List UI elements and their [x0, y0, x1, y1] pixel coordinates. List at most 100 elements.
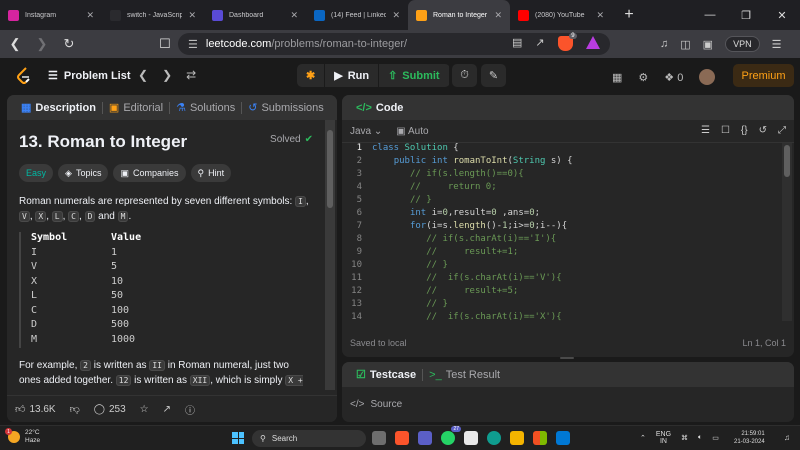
source-row[interactable]: </> Source — [342, 387, 794, 422]
close-tab-icon[interactable]: ✕ — [290, 10, 298, 21]
problem-list-button[interactable]: ☰ Problem List — [48, 69, 131, 83]
whatsapp-app-icon[interactable]: 27 — [441, 426, 461, 445]
difficulty-badge[interactable]: Easy — [19, 164, 54, 182]
comments-button[interactable]: ◯ 253 — [94, 404, 126, 415]
browser-tab[interactable]: Roman to Integer ✕ — [408, 0, 510, 30]
language-select[interactable]: Java ⌄ — [350, 126, 382, 137]
taskbar-search[interactable]: ⚲ Search — [252, 430, 366, 447]
debug-button[interactable]: ✱ — [297, 64, 326, 87]
help-icon[interactable]: ⓘ — [185, 402, 195, 417]
scroll-thumb[interactable] — [784, 145, 790, 177]
format-icon[interactable]: ☰ — [701, 125, 710, 136]
like-button[interactable]: 👍︎ 13.6K — [15, 403, 56, 416]
reload-button[interactable]: ↻ — [57, 32, 81, 56]
notes-icon[interactable]: ✎ — [481, 64, 506, 87]
autocomplete-toggle[interactable]: ▣ Auto — [396, 126, 428, 137]
submit-button[interactable]: ⇧ Submit — [379, 64, 450, 87]
share-icon[interactable]: ↗ — [535, 36, 544, 51]
weather-widget[interactable]: 1 22°C Haze — [5, 428, 40, 445]
browser-tab[interactable]: switch - JavaScript | MD ✕ — [102, 0, 204, 30]
close-tab-icon[interactable]: ✕ — [86, 10, 94, 21]
start-button[interactable] — [232, 432, 244, 444]
tab-editorial[interactable]: ▣ Editorial — [103, 101, 169, 115]
tab-submissions[interactable]: ↺ Submissions — [242, 101, 330, 115]
tab-test-result[interactable]: >_ Test Result — [423, 369, 506, 381]
browser-tab[interactable]: Dashboard ✕ — [204, 0, 306, 30]
premium-button[interactable]: Premium — [733, 64, 794, 87]
editor-scrollbar[interactable] — [782, 143, 792, 321]
timer-icon[interactable]: ⏱ — [452, 64, 477, 87]
tab-solutions[interactable]: ⚗ Solutions — [170, 101, 241, 115]
wifi-icon[interactable]: ⌘ — [681, 434, 688, 442]
brave-rewards-icon[interactable] — [585, 36, 600, 49]
wallet-icon[interactable]: ▣ — [703, 38, 713, 51]
value-cell: 1000 — [111, 333, 136, 345]
file-explorer-icon[interactable] — [510, 431, 524, 445]
back-button[interactable]: ❮ — [3, 32, 27, 56]
browser-tab[interactable]: (2080) YouTube ✕ — [510, 0, 612, 30]
task-view-icon[interactable] — [372, 431, 386, 445]
notification-bell-icon[interactable]: ♫ — [784, 433, 790, 442]
new-tab-button[interactable]: + — [618, 4, 640, 26]
teams-app-icon[interactable] — [418, 431, 432, 445]
instagram-icon — [8, 9, 19, 21]
prev-problem-icon[interactable]: ❮ — [138, 68, 148, 82]
reset-icon[interactable]: ↺ — [759, 125, 767, 136]
value-cell: 50 — [111, 290, 124, 301]
avatar[interactable] — [699, 69, 716, 85]
topics-tag[interactable]: ◈ Topics — [58, 164, 109, 182]
store-app-icon[interactable] — [533, 431, 547, 445]
close-tab-icon[interactable]: ✕ — [188, 10, 196, 21]
companies-tag[interactable]: ▣ Companies — [113, 164, 186, 182]
streak-counter[interactable]: ❖ 0 — [664, 71, 683, 84]
brave-badge: 9 — [569, 33, 577, 39]
shuffle-icon[interactable]: ⇄ — [186, 68, 196, 82]
site-settings-icon[interactable]: ☰ — [188, 38, 198, 51]
close-tab-icon[interactable]: ✕ — [392, 10, 400, 21]
tab-testcase[interactable]: ☑ Testcase — [350, 368, 422, 382]
next-problem-icon[interactable]: ❯ — [162, 68, 172, 82]
dislike-button[interactable]: 👎︎ — [70, 403, 80, 415]
settings-gear-icon[interactable]: ⚙ — [638, 71, 648, 84]
close-tab-icon[interactable]: ✕ — [596, 10, 604, 21]
scroll-thumb[interactable] — [327, 130, 333, 208]
bookmark-icon[interactable]: ☐ — [153, 32, 177, 56]
chevron-up-icon[interactable]: ⌃ — [640, 434, 646, 442]
edge-app-icon[interactable] — [487, 431, 501, 445]
vpn-button[interactable]: VPN — [725, 36, 760, 52]
menu-icon[interactable]: ☰ — [772, 38, 782, 51]
copilot-app-icon[interactable] — [464, 431, 478, 445]
brave-shields-icon[interactable]: 9 — [557, 33, 577, 51]
tab-description[interactable]: ▦ Description — [15, 101, 102, 115]
volume-icon[interactable]: 🔈︎ — [698, 434, 702, 442]
panel-resize-handle[interactable] — [560, 357, 574, 359]
minimize-button[interactable]: — — [692, 0, 728, 30]
browser-tab[interactable]: (14) Feed | LinkedIn ✕ — [306, 0, 408, 30]
leetcode-logo-icon[interactable] — [16, 67, 32, 85]
clock[interactable]: 21:59:01 21-03-2024 — [734, 430, 765, 446]
close-window-button[interactable]: ✕ — [764, 0, 800, 30]
braces-icon[interactable]: {} — [741, 125, 748, 136]
description-scrollbar[interactable] — [325, 120, 335, 390]
share-icon[interactable]: ↗ — [163, 404, 171, 415]
code-editor[interactable]: 1 class Solution {2 public int romanToInt… — [342, 143, 794, 321]
fullscreen-icon[interactable]: ⤢ — [778, 125, 786, 136]
layout-icon[interactable]: ▦ — [612, 71, 622, 84]
vscode-app-icon[interactable] — [556, 431, 570, 445]
reader-mode-icon[interactable]: ▤ — [512, 36, 522, 51]
hint-tag[interactable]: ⚲ Hint — [190, 164, 232, 182]
bookmark-icon[interactable]: ☐ — [721, 125, 730, 136]
battery-icon[interactable]: ▭ — [712, 434, 719, 442]
brave-app-icon[interactable] — [395, 431, 409, 445]
sidebar-icon[interactable]: ◫ — [680, 38, 690, 51]
close-tab-icon[interactable]: ✕ — [494, 10, 502, 21]
code-tab[interactable]: </> Code — [350, 102, 409, 114]
browser-tab[interactable]: Instagram ✕ — [0, 0, 102, 30]
media-icon[interactable]: ♫ — [660, 38, 668, 50]
run-button[interactable]: ▶ Run — [325, 64, 380, 87]
forward-button[interactable]: ❯ — [30, 32, 54, 56]
maximize-button[interactable]: ❐ — [728, 0, 764, 30]
tab-title: (2080) YouTube — [535, 11, 585, 19]
star-icon[interactable]: ☆ — [140, 404, 149, 415]
language-indicator[interactable]: ENG IN — [656, 431, 671, 445]
